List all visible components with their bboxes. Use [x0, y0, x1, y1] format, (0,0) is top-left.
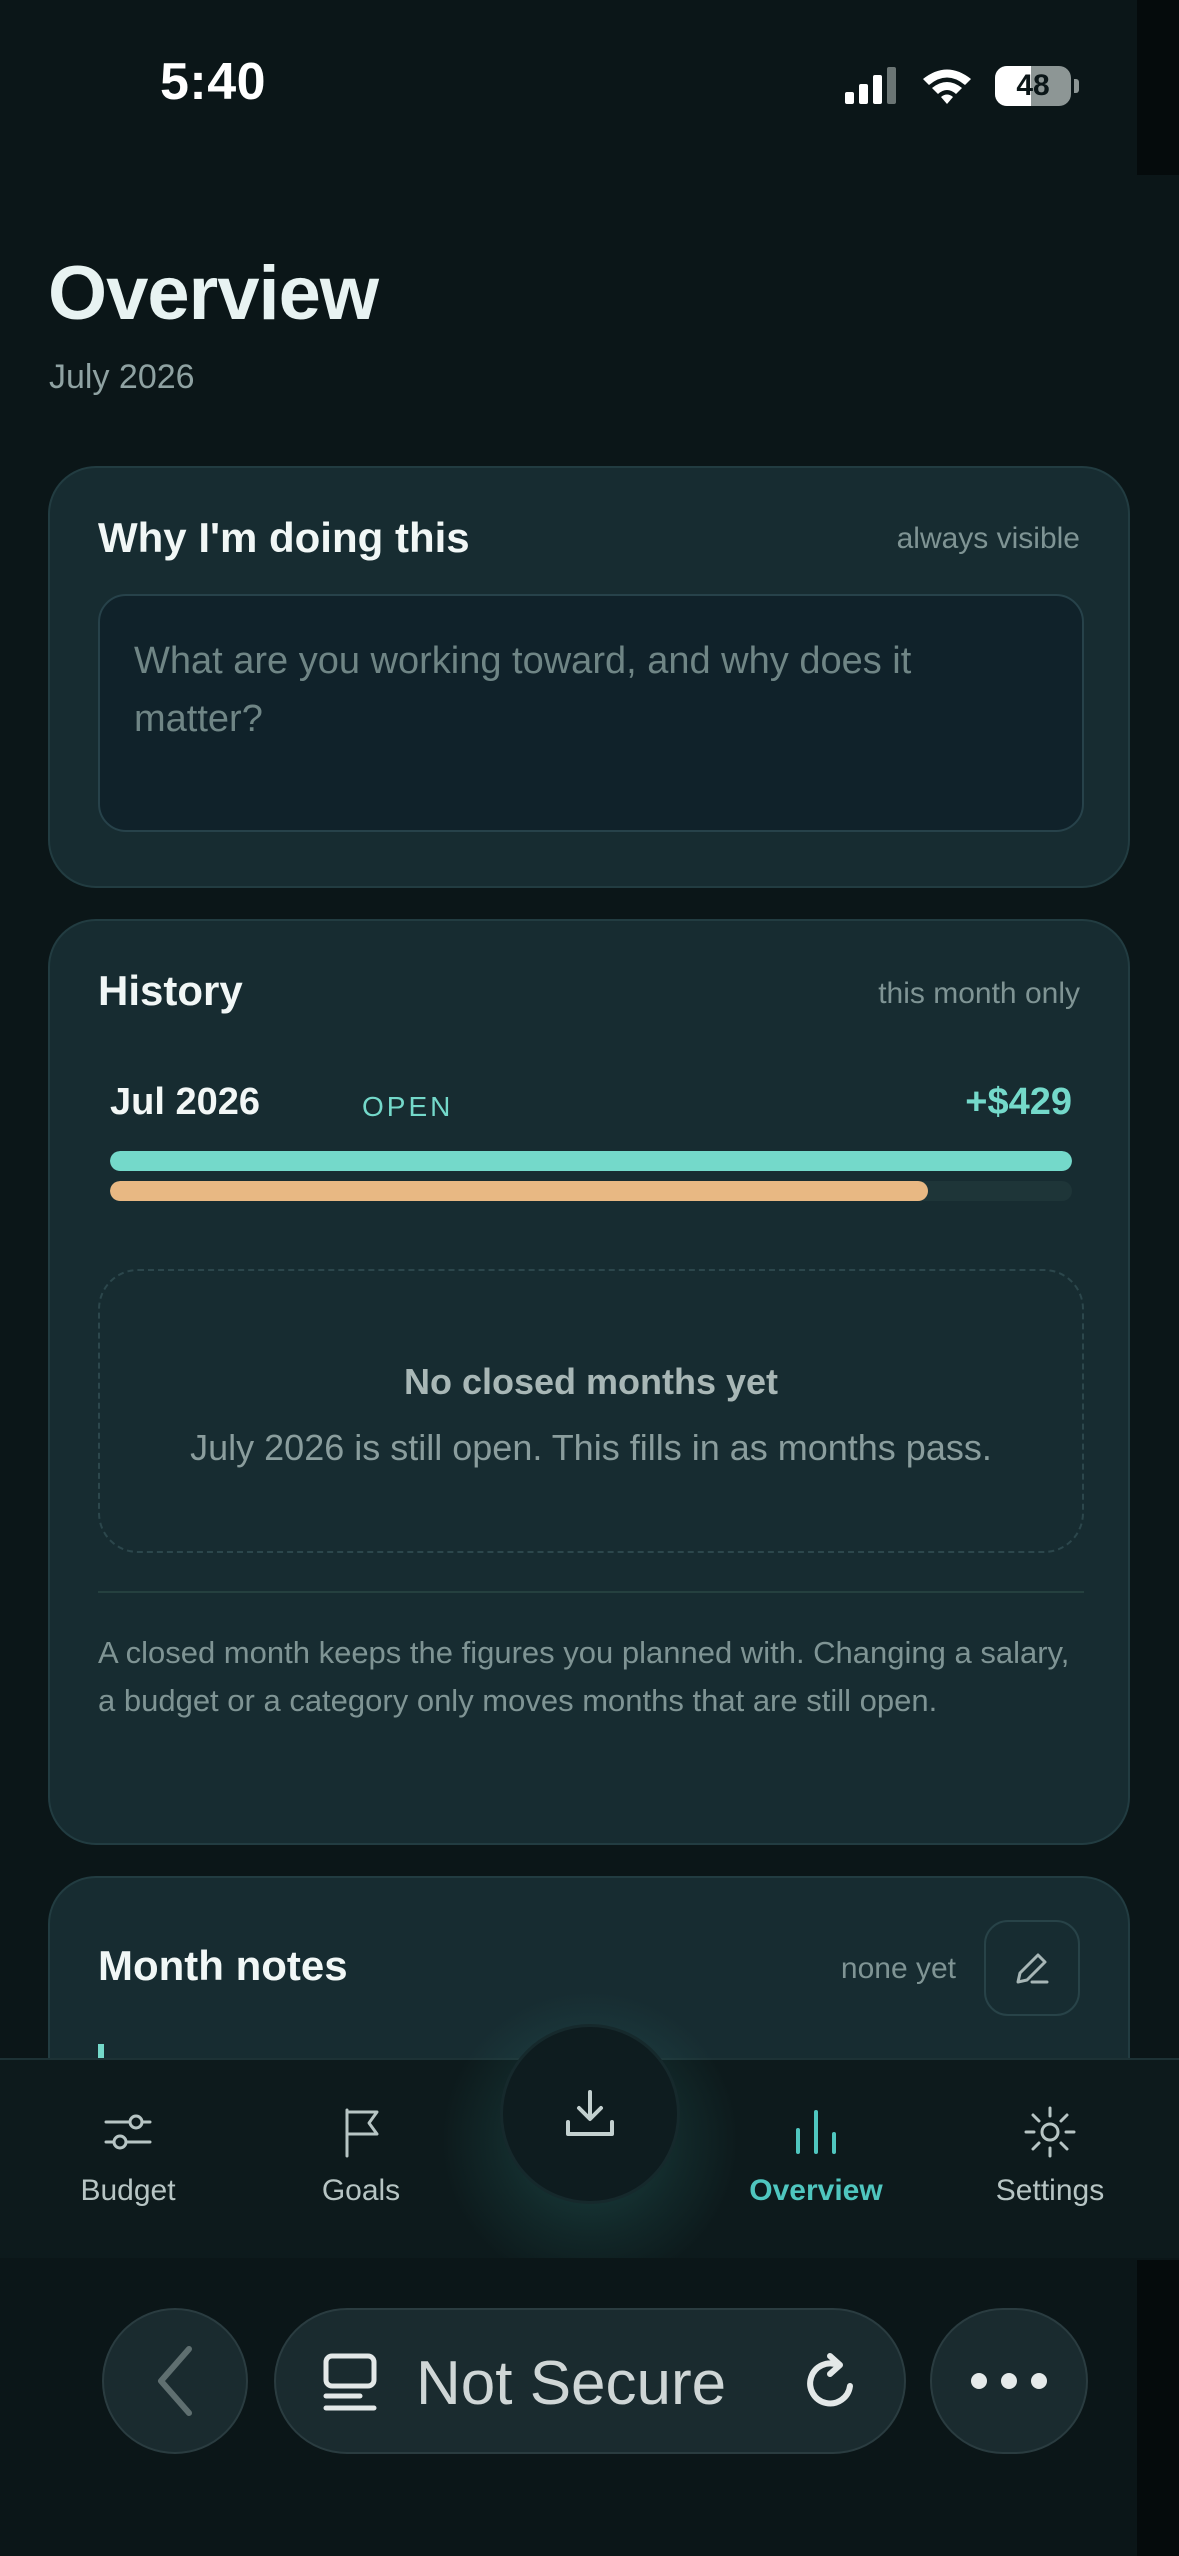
chevron-left-icon — [158, 2346, 192, 2416]
empty-state: No closed months yet July 2026 is still … — [98, 1269, 1084, 1553]
tab-settings[interactable]: Settings — [960, 2060, 1140, 2260]
reload-icon[interactable] — [796, 2348, 866, 2418]
why-card: Why I'm doing this always visible What a… — [48, 466, 1130, 888]
tab-goals[interactable]: Goals — [271, 2060, 451, 2260]
battery-cap — [1074, 79, 1079, 93]
address-bar[interactable]: Not Secure — [274, 2308, 906, 2454]
tab-settings-label: Settings — [995, 2174, 1105, 2207]
sliders-icon — [104, 2114, 152, 2150]
history-card-meta: this month only — [878, 977, 1080, 1010]
status-time: 5:40 — [160, 53, 267, 111]
page-subtitle: July 2026 — [49, 358, 195, 396]
tab-overview-label: Overview — [749, 2174, 883, 2207]
tabs-icon — [323, 2353, 377, 2411]
edit-notes-button[interactable] — [984, 1920, 1080, 2016]
browser-toolbar: Not Secure — [0, 2258, 1179, 2556]
why-input[interactable]: What are you working toward, and why doe… — [98, 594, 1084, 832]
edge-strip — [1137, 0, 1179, 175]
why-card-meta: always visible — [896, 522, 1080, 555]
battery-level: 48 — [1016, 69, 1050, 102]
page-title: Overview — [48, 251, 379, 336]
tab-goals-label: Goals — [321, 2174, 401, 2207]
empty-state-title: No closed months yet — [403, 1361, 779, 1402]
battery-icon: 48 — [995, 66, 1071, 106]
notes-card-title: Month notes — [98, 1942, 348, 1989]
edge-strip — [1137, 2260, 1179, 2556]
income-bar — [110, 1151, 1072, 1171]
divider — [98, 1591, 1084, 1593]
tab-overview[interactable]: Overview — [726, 2060, 906, 2260]
tab-budget[interactable]: Budget — [38, 2060, 218, 2260]
status-icons: 48 — [843, 64, 1079, 108]
history-card: History this month only Jul 2026 OPEN +$… — [48, 919, 1130, 1845]
month-row[interactable]: Jul 2026 OPEN +$429 — [110, 1081, 1072, 1141]
more-icon-dot — [1001, 2373, 1017, 2389]
month-amount: +$429 — [965, 1081, 1072, 1123]
address-text: Not Secure — [416, 2349, 727, 2418]
month-label: Jul 2026 — [110, 1081, 260, 1123]
empty-state-text: July 2026 is still open. This fills in a… — [190, 1427, 992, 1468]
more-icon-dot — [971, 2373, 987, 2389]
income-bar-fill — [110, 1151, 1072, 1171]
import-button[interactable] — [500, 2024, 680, 2204]
download-icon — [566, 2090, 614, 2136]
status-bar: 5:40 48 — [0, 0, 1179, 175]
why-card-title: Why I'm doing this — [98, 514, 470, 561]
bar-chart-icon — [796, 2110, 836, 2154]
history-card-title: History — [98, 967, 243, 1014]
history-footnote: A closed month keeps the figures you pla… — [98, 1635, 1070, 1718]
flag-icon — [345, 2108, 379, 2158]
more-icon-dot — [1031, 2373, 1047, 2389]
spent-bar-fill — [110, 1181, 928, 1201]
gear-icon — [1024, 2106, 1076, 2158]
more-button[interactable] — [930, 2308, 1088, 2454]
back-button[interactable] — [102, 2308, 248, 2454]
month-status-badge: OPEN — [362, 1091, 454, 1122]
spent-bar — [110, 1181, 1072, 1201]
wifi-icon — [923, 69, 971, 104]
signal-icon — [845, 67, 896, 104]
notes-card-meta: none yet — [840, 1952, 956, 1985]
tab-budget-label: Budget — [80, 2174, 176, 2207]
pencil-icon — [1016, 1953, 1049, 1984]
